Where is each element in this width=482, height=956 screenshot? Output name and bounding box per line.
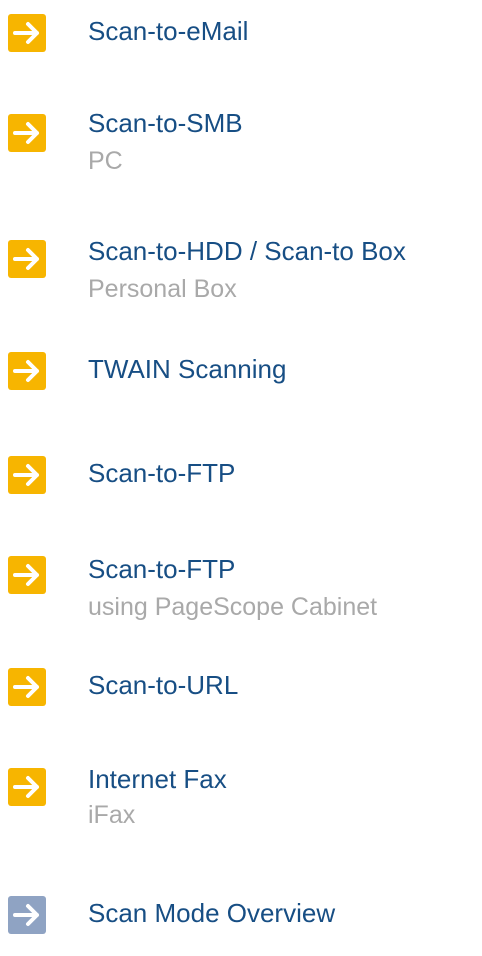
menu-item-scan-to-ftp-cabinet[interactable]: Scan-to-FTP using PageScope Cabinet bbox=[0, 544, 482, 634]
arrow-right-icon bbox=[8, 556, 46, 594]
arrow-right-icon bbox=[8, 456, 46, 494]
menu-item-scan-to-url[interactable]: Scan-to-URL bbox=[0, 656, 482, 716]
menu-item-label: Scan-to-URL bbox=[88, 670, 239, 700]
menu-item-sublabel: Personal Box bbox=[88, 275, 237, 303]
menu-item-sublabel: PC bbox=[88, 147, 123, 175]
arrow-right-icon bbox=[8, 14, 46, 52]
menu-item-label: Scan-to-eMail bbox=[88, 16, 249, 46]
menu-item-sublabel: iFax bbox=[88, 801, 136, 829]
menu-item-label: Scan-to-FTP bbox=[88, 554, 236, 584]
menu-item-sublabel: using PageScope Cabinet bbox=[88, 593, 378, 621]
menu-item-scan-to-hdd-box[interactable]: Scan-to-HDD / Scan-to Box Personal Box bbox=[0, 228, 482, 318]
arrow-right-icon bbox=[8, 352, 46, 390]
menu-item-label: Scan-to-HDD / Scan-to Box bbox=[88, 236, 406, 266]
menu-item-label: Scan Mode Overview bbox=[88, 898, 336, 928]
arrow-right-icon bbox=[8, 668, 46, 706]
arrow-right-icon bbox=[8, 240, 46, 278]
menu-item-label: TWAIN Scanning bbox=[88, 354, 287, 384]
menu-item-label: Scan-to-FTP bbox=[88, 458, 236, 488]
menu-item-label: Scan-to-SMB bbox=[88, 108, 243, 138]
menu-item-scan-to-email[interactable]: Scan-to-eMail bbox=[0, 0, 482, 60]
menu-item-twain-scanning[interactable]: TWAIN Scanning bbox=[0, 340, 482, 400]
menu-item-scan-to-smb[interactable]: Scan-to-SMB PC bbox=[0, 100, 482, 190]
arrow-right-icon bbox=[8, 768, 46, 806]
arrow-right-icon bbox=[8, 114, 46, 152]
arrow-right-icon bbox=[8, 896, 46, 934]
menu-item-scan-mode-overview[interactable]: Scan Mode Overview bbox=[0, 884, 482, 944]
menu-item-scan-to-ftp[interactable]: Scan-to-FTP bbox=[0, 444, 482, 504]
menu-item-label: Internet Fax bbox=[88, 764, 227, 794]
menu-item-internet-fax[interactable]: Internet Fax iFax bbox=[0, 756, 482, 846]
